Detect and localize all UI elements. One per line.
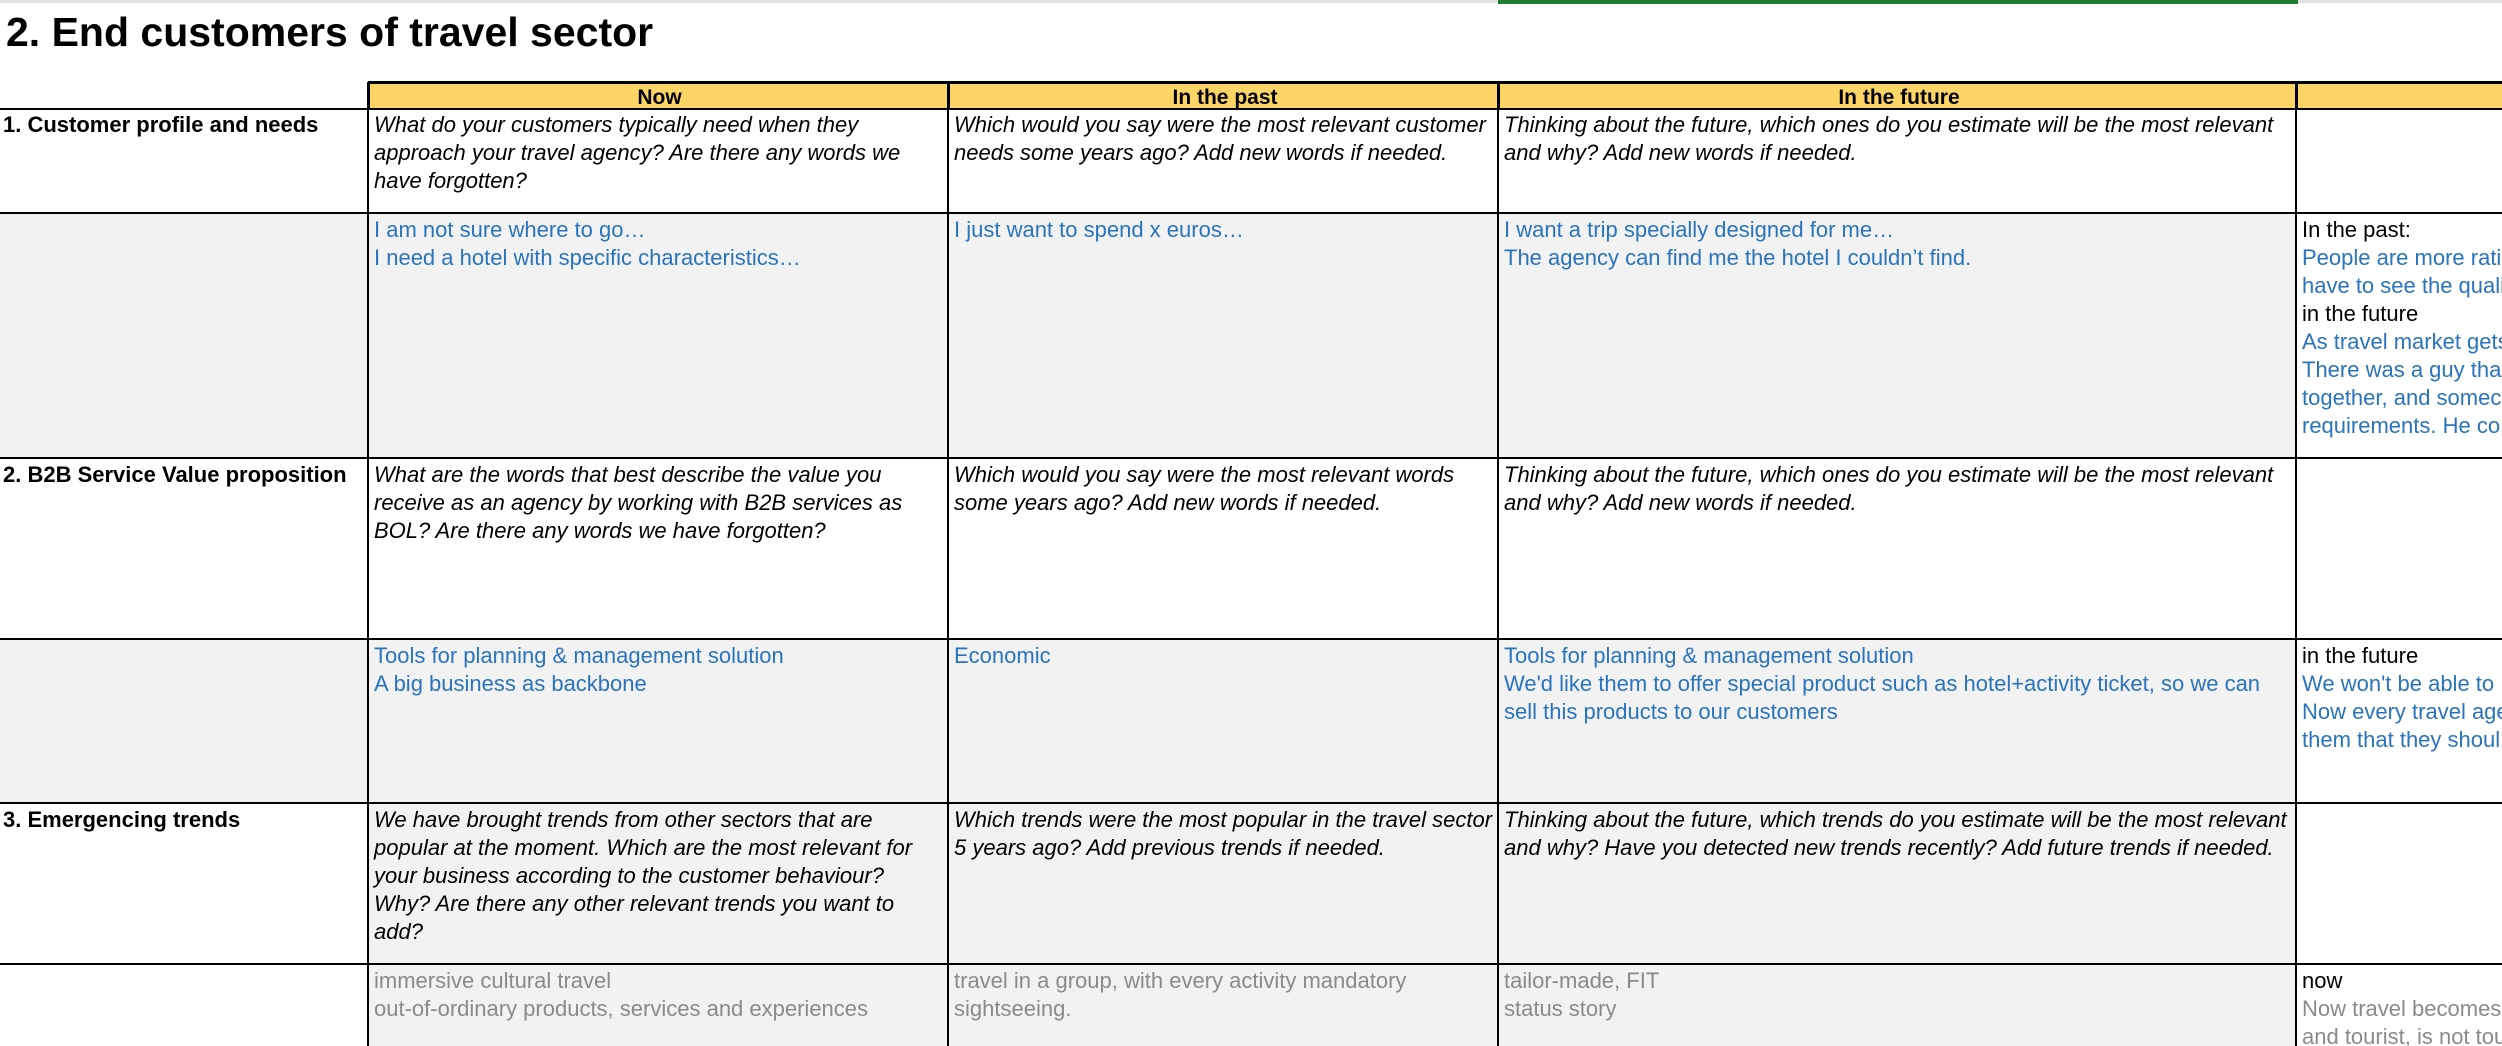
question-past-customer-profile[interactable]: Which would you say were the most releva… (949, 109, 1498, 213)
answers-now-b2b-value[interactable]: Tools for planning & management solution… (369, 640, 948, 803)
sheet-top-border (0, 0, 2502, 4)
column-selection-indicator (1498, 0, 2298, 4)
question-now-customer-profile[interactable]: What do your customers typically need wh… (369, 109, 948, 213)
note-line: now (2302, 968, 2343, 993)
note-line: together, and somec (2302, 385, 2502, 410)
answers-now-customer-profile[interactable]: I am not sure where to go… I need a hote… (369, 214, 948, 458)
label-cell-empty[interactable] (0, 214, 368, 458)
question-past-b2b-value[interactable]: Which would you say were the most releva… (949, 459, 1498, 639)
section-label-customer-profile[interactable]: 1. Customer profile and needs (0, 109, 368, 213)
answer-line: tailor-made, FIT (1504, 968, 1660, 993)
notes-customer-profile[interactable]: In the past: People are more rati have t… (2297, 214, 2502, 458)
answer-line: travel in a group, with every activity m… (954, 968, 1407, 993)
answer-line: Tools for planning & management solution (1504, 643, 1914, 668)
grid-line (0, 108, 2502, 110)
note-line: As travel market gets (2302, 329, 2502, 354)
note-line: have to see the quali (2302, 273, 2502, 298)
note-line: requirements. He co (2302, 413, 2501, 438)
notes-b2b-value[interactable]: in the future We won't be able to Now ev… (2297, 640, 2502, 803)
column-header-future[interactable]: In the future (1498, 82, 2298, 109)
note-line: Now travel becomes (2302, 996, 2502, 1021)
answers-future-emerging-trends[interactable]: tailor-made, FIT status story (1499, 965, 2296, 1046)
answers-future-b2b-value[interactable]: Tools for planning & management solution… (1499, 640, 2296, 803)
answer-line: A big business as backbone (374, 671, 647, 696)
answer-line: I want a trip specially designed for me… (1504, 217, 1895, 242)
answer-line: We'd like them to offer special product … (1504, 671, 2261, 696)
answer-line: I just want to spend x euros… (954, 217, 1244, 242)
note-line: in the future (2302, 301, 2419, 326)
grid-line (2295, 82, 2297, 1046)
answer-line: immersive cultural travel (374, 968, 612, 993)
notes-cell-empty[interactable] (2297, 804, 2502, 964)
note-line: In the past: (2302, 217, 2411, 242)
question-future-emerging-trends[interactable]: Thinking about the future, which trends … (1499, 804, 2296, 964)
notes-cell-empty[interactable] (2297, 459, 2502, 639)
answers-now-emerging-trends[interactable]: immersive cultural travel out-of-ordinar… (369, 965, 948, 1046)
note-line: People are more rati (2302, 245, 2502, 270)
column-header-past[interactable]: In the past (948, 82, 1500, 109)
notes-emerging-trends[interactable]: now Now travel becomes and tourist, is n… (2297, 965, 2502, 1046)
answers-past-b2b-value[interactable]: Economic (949, 640, 1498, 803)
answers-past-customer-profile[interactable]: I just want to spend x euros… (949, 214, 1498, 458)
column-header-now[interactable]: Now (368, 82, 949, 109)
grid-line (947, 82, 949, 1046)
grid-line (0, 212, 2502, 214)
answer-line: I am not sure where to go… (374, 217, 646, 242)
answer-line: sell this products to our customers (1504, 699, 1838, 724)
note-line: and tourist, is not tou (2302, 1024, 2502, 1046)
grid-line (0, 457, 2502, 459)
grid-line (0, 963, 2502, 965)
grid-line (1497, 82, 1499, 1046)
section-label-emerging-trends[interactable]: 3. Emergencing trends (0, 804, 368, 964)
answer-line: I need a hotel with specific characteris… (374, 245, 801, 270)
answer-line: out-of-ordinary products, services and e… (374, 996, 869, 1021)
notes-cell-empty[interactable] (2297, 109, 2502, 213)
note-line: Now every travel age (2302, 699, 2502, 724)
question-now-emerging-trends[interactable]: We have brought trends from other sector… (369, 804, 948, 964)
answer-line: status story (1504, 996, 1617, 1021)
note-line: There was a guy tha (2302, 357, 2502, 382)
section-label-b2b-value[interactable]: 2. B2B Service Value proposition (0, 459, 368, 639)
note-line: in the future (2302, 643, 2419, 668)
answer-line: The agency can find me the hotel I could… (1504, 245, 1972, 270)
answers-future-customer-profile[interactable]: I want a trip specially designed for me…… (1499, 214, 2296, 458)
column-header-notes[interactable] (2296, 82, 2502, 109)
grid-line (368, 81, 2502, 83)
sheet-title: 2. End customers of travel sector (6, 9, 654, 55)
label-cell-empty[interactable] (0, 640, 368, 803)
answer-line: sightseeing. (954, 996, 1072, 1021)
question-future-customer-profile[interactable]: Thinking about the future, which ones do… (1499, 109, 2296, 213)
question-now-b2b-value[interactable]: What are the words that best describe th… (369, 459, 948, 639)
answer-line: Economic (954, 643, 1051, 668)
grid-line (0, 638, 2502, 640)
question-past-emerging-trends[interactable]: Which trends were the most popular in th… (949, 804, 1498, 964)
grid-line (367, 82, 369, 1046)
note-line: them that they shoul (2302, 727, 2501, 752)
note-line: We won't be able to (2302, 671, 2495, 696)
answers-past-emerging-trends[interactable]: travel in a group, with every activity m… (949, 965, 1498, 1046)
grid-line (0, 802, 2502, 804)
question-future-b2b-value[interactable]: Thinking about the future, which ones do… (1499, 459, 2296, 639)
answer-line: Tools for planning & management solution (374, 643, 784, 668)
label-cell-empty[interactable] (0, 965, 368, 1046)
